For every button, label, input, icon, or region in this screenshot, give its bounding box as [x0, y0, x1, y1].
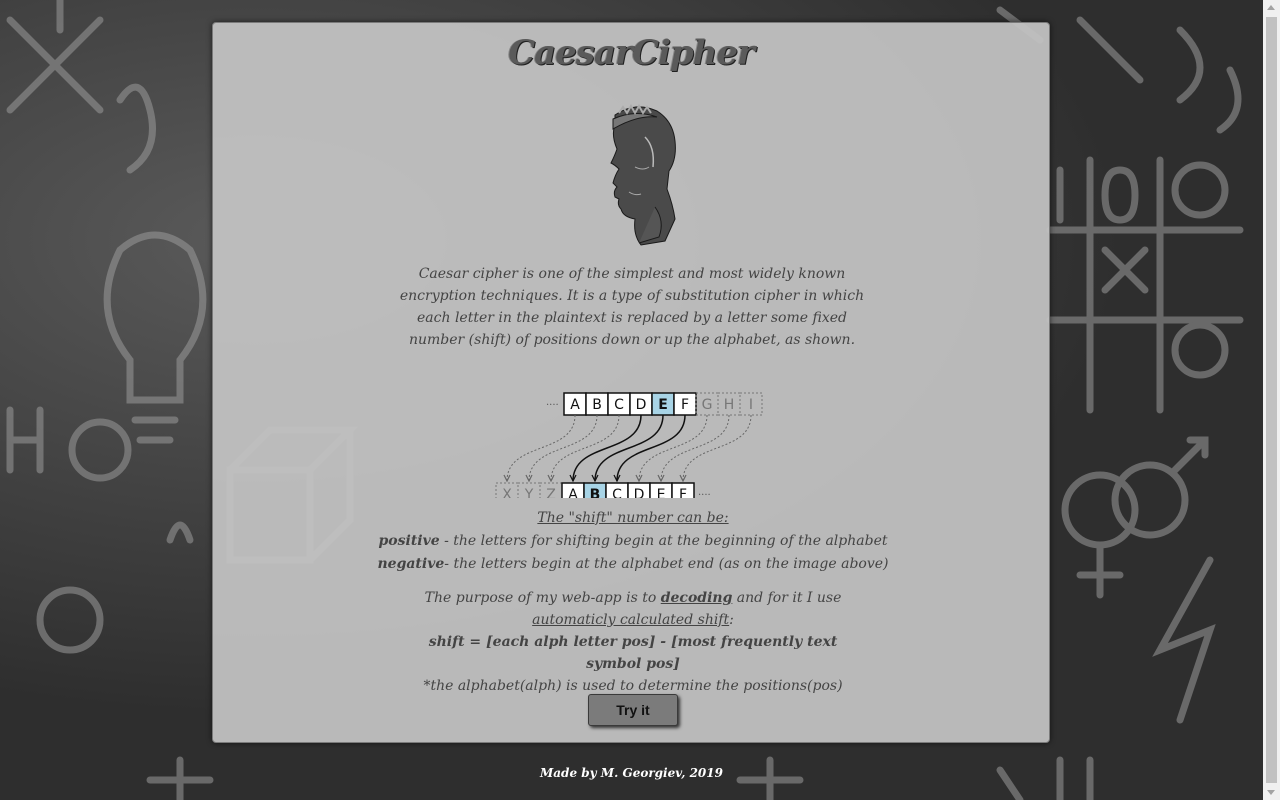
- bottom-letter-E: E: [657, 487, 666, 498]
- top-letter-E: E: [658, 397, 668, 413]
- negative-text: - the letters begin at the alphabet end …: [444, 556, 889, 572]
- bottom-letter-B: B: [590, 487, 601, 498]
- decoding-term: decoding: [660, 590, 733, 606]
- shift-formula: shift = [each alph letter pos] - [most f…: [428, 634, 838, 672]
- shift-arrow-A: [506, 414, 576, 482]
- bottom-letter-A: A: [568, 487, 578, 498]
- bottom-dots: ....: [698, 487, 711, 498]
- bottom-letter-F: F: [679, 487, 687, 498]
- scroll-down-arrow-icon[interactable]: [1267, 790, 1275, 795]
- top-letter-B: B: [592, 397, 602, 413]
- top-faded-G: G: [702, 397, 713, 413]
- negative-label: negative: [377, 556, 445, 572]
- shift-info: The "shift" number can be: positive - th…: [313, 507, 953, 576]
- top-faded-H: H: [724, 397, 735, 413]
- positive-label: positive: [378, 533, 440, 549]
- top-letter-F: F: [681, 397, 689, 413]
- top-faded-I: I: [749, 397, 753, 413]
- top-letter-A: A: [570, 397, 580, 413]
- cipher-description: Caesar cipher is one of the simplest and…: [399, 266, 865, 348]
- auto-shift-term: automaticly calculated shift: [532, 612, 730, 628]
- page-title: CaesarCipher: [508, 33, 755, 73]
- shift-title: The "shift" number can be:: [537, 510, 729, 526]
- purpose-text-1: The purpose of my web-app is to: [424, 590, 661, 606]
- caesar-portrait-image: [610, 103, 676, 246]
- shift-arrow-H: [660, 414, 730, 482]
- shift-diagram: .... A B C D E F G H IX Y Z A B C D E F....: [495, 392, 763, 498]
- positive-text: - the letters for shifting begin at the …: [439, 533, 888, 549]
- scroll-up-arrow-icon[interactable]: [1267, 5, 1275, 10]
- purpose-text: The purpose of my web-app is to decoding…: [413, 587, 853, 697]
- main-panel: CaesarCipher Caesar cipher is one of the…: [212, 22, 1050, 743]
- bottom-faded-X: X: [502, 487, 512, 498]
- try-it-button[interactable]: Try it: [588, 694, 678, 726]
- page-scrollbar[interactable]: [1263, 0, 1280, 800]
- scrollbar-thumb[interactable]: [1266, 17, 1277, 783]
- purpose-text-2: and for it I use: [732, 590, 842, 606]
- top-dots: ....: [546, 397, 559, 408]
- bottom-faded-Z: Z: [546, 487, 556, 498]
- top-letter-D: D: [636, 397, 647, 413]
- footer-credit: Made by M. Georgiev, 2019: [540, 766, 723, 780]
- bottom-letter-D: D: [634, 487, 645, 498]
- shift-arrow-B: [528, 414, 598, 482]
- purpose-colon: :: [729, 612, 734, 628]
- top-letter-C: C: [614, 397, 624, 413]
- bottom-letter-C: C: [612, 487, 622, 498]
- shift-arrow-I: [682, 414, 752, 482]
- bottom-faded-Y: Y: [524, 487, 534, 498]
